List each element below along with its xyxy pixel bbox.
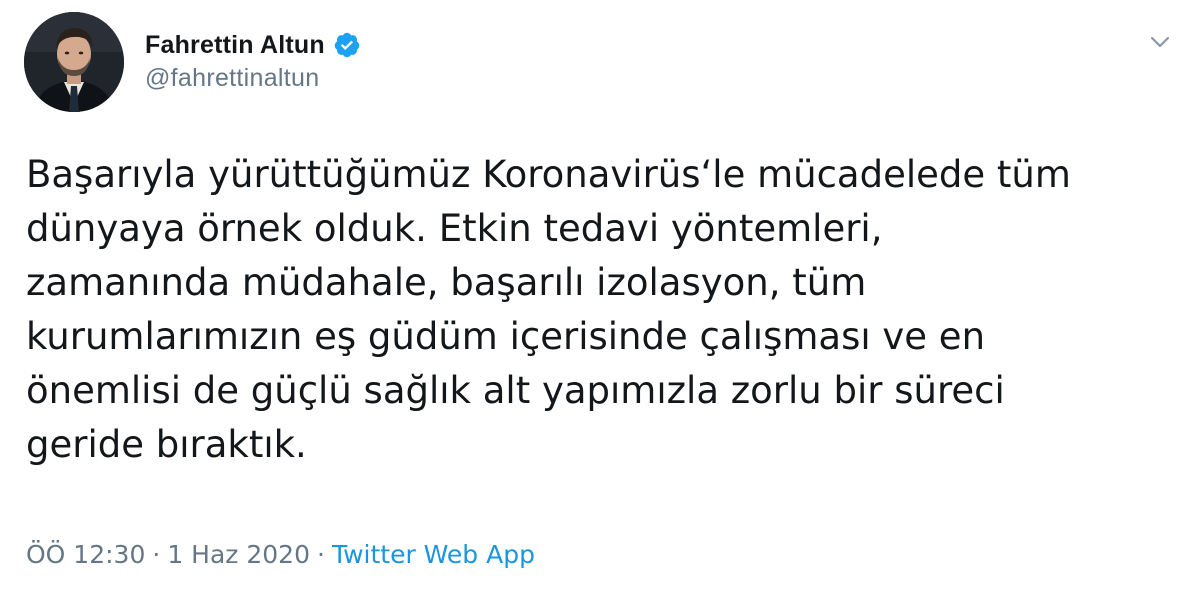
display-name[interactable]: Fahrettin Altun bbox=[145, 31, 325, 60]
tweet-source-link[interactable]: Twitter Web App bbox=[332, 540, 535, 569]
tweet-meta: ÖÖ 12:30 · 1 Haz 2020 · Twitter Web App bbox=[26, 540, 535, 569]
name-row: Fahrettin Altun bbox=[145, 28, 361, 62]
profile-photo-icon bbox=[24, 12, 124, 112]
handle[interactable]: @fahrettinaltun bbox=[145, 64, 361, 93]
tweet-time[interactable]: ÖÖ 12:30 bbox=[26, 540, 145, 569]
meta-separator: · bbox=[152, 540, 161, 569]
chevron-down-icon[interactable] bbox=[1146, 28, 1174, 56]
meta-separator: · bbox=[316, 540, 325, 569]
tweet-date[interactable]: 1 Haz 2020 bbox=[167, 540, 310, 569]
author-block: Fahrettin Altun @fahrettinaltun bbox=[145, 28, 361, 93]
avatar[interactable] bbox=[24, 12, 124, 112]
tweet-text: Başarıyla yürüttüğümüz Koronavirüs‘le mü… bbox=[26, 153, 1071, 466]
tweet-card: Fahrettin Altun @fahrettinaltun Başarıyl… bbox=[0, 0, 1200, 593]
verified-badge-icon bbox=[333, 31, 361, 59]
